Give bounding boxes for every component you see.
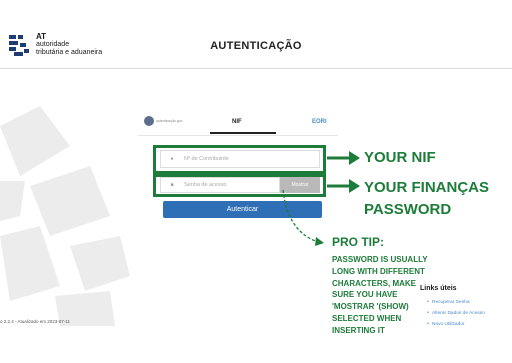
bullet-icon: •: [427, 310, 429, 316]
pro-tip-line: LONG WITH DIFFERENT: [332, 266, 425, 276]
link-recuperar-senha[interactable]: Recuperar Senha: [432, 300, 470, 305]
bullet-icon: •: [427, 321, 429, 327]
bullet-icon: •: [427, 299, 429, 305]
annotation-your-password-line1: YOUR FINANÇAS: [364, 179, 490, 196]
pro-tip-line: SELECTED WHEN: [332, 313, 402, 323]
link-novo-utilizador[interactable]: Novo Utilizador: [432, 322, 465, 327]
password-arrowhead-icon: [349, 179, 360, 193]
pro-tip-body: PASSWORD IS USUALLY LONG WITH DIFFERENT …: [332, 254, 442, 337]
annotation-your-nif: YOUR NIF: [364, 149, 436, 166]
nif-arrowhead-icon: [349, 151, 360, 165]
annotation-your-password-line2: PASSWORD: [364, 201, 452, 218]
pro-tip-line: 'MOSTRAR '(SHOW): [332, 302, 409, 312]
pro-tip-line: PASSWORD IS USUALLY: [332, 255, 428, 264]
protip-arrowhead-icon: [315, 237, 324, 246]
pro-tip-line: INSERTING IT: [332, 325, 385, 335]
protip-dashed-arrow-icon: [282, 189, 319, 243]
link-alterar-dados[interactable]: Alterar Dados de Acesso: [432, 311, 485, 316]
links-title: Links úteis: [420, 285, 457, 292]
pro-tip-title: PRO TIP:: [332, 235, 385, 249]
